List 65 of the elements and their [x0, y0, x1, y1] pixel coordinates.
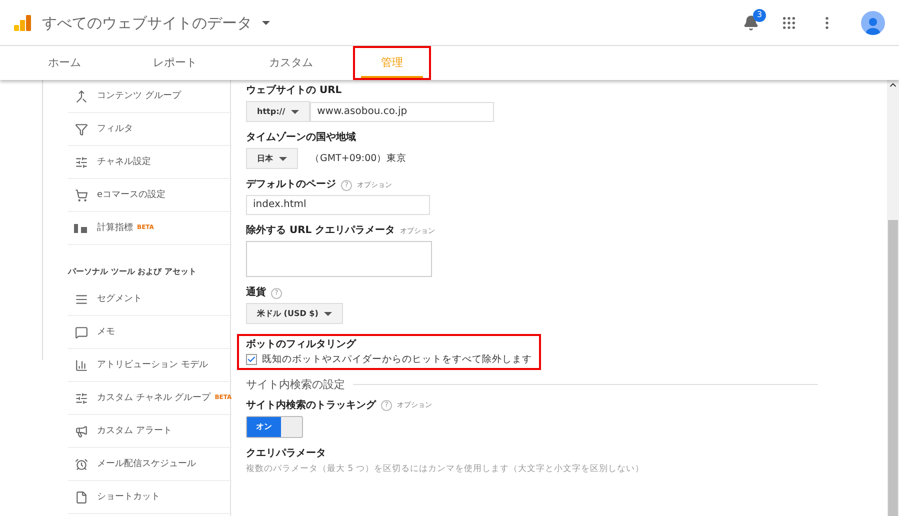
sidebar-item[interactable]: アトリビューション モデル	[68, 349, 232, 382]
sidebar-item[interactable]: メモ	[68, 316, 232, 349]
hint-text: 複数のパラメータ（最大 5 つ）を区切るにはカンマを使用します（大文字と小文字を区別しない）	[246, 464, 644, 474]
sliders-icon	[74, 156, 88, 168]
item-label: カスタム チャネル グループ	[97, 392, 211, 404]
item-label: アトリビューション モデル	[97, 360, 208, 370]
timezone-text: （GMT+09:00）東京	[310, 152, 407, 164]
default-page-input[interactable]: index.html	[246, 195, 430, 215]
cart-icon	[74, 188, 88, 202]
checkbox-label: 既知のボットやスパイダーからのヒットをすべて除外します	[262, 354, 532, 366]
url-input[interactable]: www.asobou.co.jp	[310, 102, 494, 122]
item-label: 計算指標	[97, 222, 133, 234]
logo-icon	[14, 14, 32, 30]
field-label: タイムゾーンの国や地域	[246, 132, 356, 144]
field-label: クエリパラメータ	[246, 448, 326, 460]
sidebar-item[interactable]: メール配信スケジュール	[68, 448, 232, 481]
currency-dropdown[interactable]: 米ドル (USD $)	[246, 303, 344, 324]
item-label: メール配信スケジュール	[97, 458, 196, 470]
field-label: 除外する URL クエリパラメータ	[246, 225, 396, 237]
field-label: サイト内検索のトラッキング	[246, 400, 376, 412]
sidebar-item[interactable]: コンテンツ グループ	[68, 80, 232, 113]
sidebar-item[interactable]: カスタム アラート	[68, 415, 232, 448]
item-label: セグメント	[97, 294, 142, 304]
message-icon	[74, 326, 88, 338]
sidebar-item[interactable]: eコマースの設定	[68, 179, 232, 212]
dd-icon	[74, 224, 88, 232]
country-dropdown[interactable]: 日本	[246, 148, 298, 169]
sidebar-item[interactable]: セグメント	[68, 283, 232, 316]
item-label: eコマースの設定	[97, 190, 166, 200]
filter-icon	[74, 122, 88, 136]
protocol-dropdown[interactable]: http://	[246, 101, 310, 122]
item-label: メモ	[97, 326, 115, 338]
scrollbar[interactable]	[887, 80, 899, 516]
section-title: サイト内検索の設定	[246, 378, 345, 392]
document-icon	[74, 490, 88, 504]
sidebar-item[interactable]: ショートカット	[68, 481, 232, 514]
field-label: 通貨	[246, 287, 266, 299]
item-label: ショートカット	[97, 492, 160, 502]
item-label: チャネル設定	[97, 156, 151, 168]
item-label: カスタム アラート	[97, 426, 172, 436]
merge-icon	[74, 90, 88, 102]
sidebar-item[interactable]: チャネル設定	[68, 146, 232, 179]
apps-icon[interactable]	[781, 14, 797, 30]
field-label: ボットのフィルタリング	[246, 339, 358, 351]
field-label: ウェブサイトの URL	[246, 85, 342, 97]
toggle-switch[interactable]: オン	[246, 416, 303, 438]
bar-chart-icon	[74, 358, 88, 372]
nav-tab[interactable]: レポート	[117, 46, 233, 80]
avatar-icon[interactable]	[861, 10, 885, 34]
alarm-clock-icon	[74, 458, 88, 470]
sliders-icon	[74, 392, 88, 404]
list-icon	[74, 292, 88, 306]
sidebar-item[interactable]: フィルタ	[68, 113, 232, 146]
nav-tab[interactable]: カスタム	[233, 46, 349, 80]
section-heading: パーソナル ツール および アセット	[68, 266, 198, 278]
notification-icon[interactable]	[743, 14, 759, 30]
item-label: フィルタ	[97, 124, 133, 134]
notification-count: 3	[753, 8, 766, 22]
field-label: デフォルトのページ	[246, 179, 336, 191]
caret-icon[interactable]	[262, 20, 270, 24]
property-title: すべてのウェブサイトのデータ	[42, 14, 252, 32]
checkbox[interactable]	[246, 354, 257, 366]
item-label: コンテンツ グループ	[97, 90, 181, 102]
nav-tab[interactable]: ホーム	[12, 46, 117, 80]
megaphone-icon	[74, 424, 88, 438]
